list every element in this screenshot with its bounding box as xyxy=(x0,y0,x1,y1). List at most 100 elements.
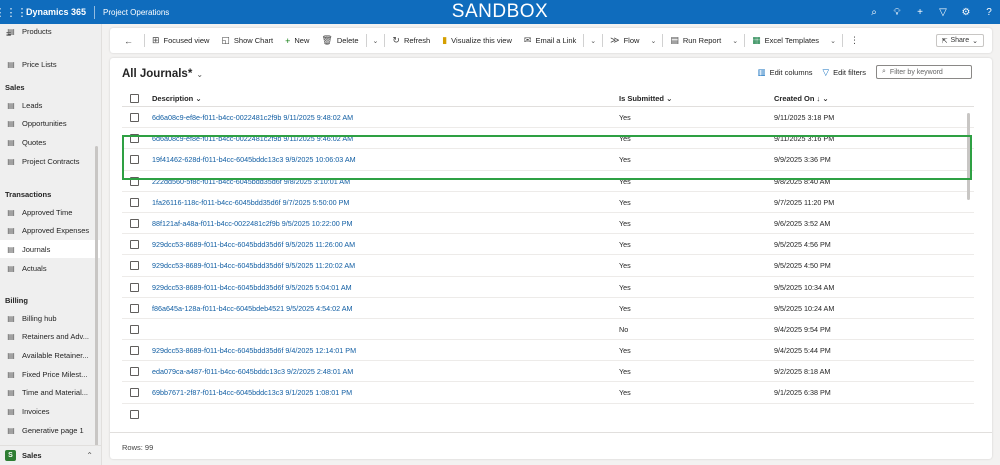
share-button[interactable]: ⇱ Share ⌄ xyxy=(935,34,984,47)
delete-more-chevron-icon[interactable]: ⌄ xyxy=(368,37,384,45)
more-commands-button[interactable]: ⋮ xyxy=(844,28,869,53)
row-checkbox[interactable] xyxy=(130,346,139,356)
table-row[interactable]: f86a645a-128a-f011-b4cc-6045bdeb4521 9/5… xyxy=(122,298,974,319)
edit-columns-button[interactable]: ▥ Edit columns xyxy=(758,67,813,78)
sidebar-item-actuals[interactable]: ▤ Actuals xyxy=(0,259,100,277)
row-checkbox[interactable] xyxy=(130,282,139,292)
table-row[interactable]: 929dcc53-8689-f011-b4cc-6045bdd35d6f 9/5… xyxy=(122,255,974,277)
description-link[interactable]: 929dcc53-8689-f011-b4cc-6045bdd35d6f 9/4… xyxy=(152,346,356,355)
description-link[interactable]: eda079ca-a487-f011-b4cc-6045bddc13c3 9/2… xyxy=(152,367,353,376)
table-row[interactable]: 69bb7671-2f87-f011-b4cc-6045bddc13c3 9/1… xyxy=(122,382,974,404)
row-checkbox[interactable] xyxy=(130,218,139,228)
area-switcher[interactable]: S Sales ⌃ xyxy=(0,445,101,465)
description-link[interactable]: 222dd560-5f8c-f011-b4cc-6045bdd35d6f 9/8… xyxy=(152,177,350,186)
app-launcher-icon[interactable]: ⋮⋮⋮ xyxy=(0,0,28,24)
email-link-button[interactable]: ✉ Email a Link xyxy=(518,28,582,53)
plus-icon[interactable]: + xyxy=(915,7,925,18)
run-report-button[interactable]: ▤ Run Report xyxy=(664,28,727,53)
delete-button[interactable]: 🗑︎ Delete xyxy=(315,28,364,53)
flow-button[interactable]: ≫ Flow xyxy=(604,28,645,53)
column-header-created-on[interactable]: Created On ↓ ⌄ xyxy=(774,94,829,103)
column-header-description[interactable]: Description ⌄ xyxy=(152,94,202,103)
app-name[interactable]: Dynamics 365 xyxy=(22,7,94,17)
sidebar-item-products[interactable]: ▤ Products xyxy=(0,24,100,40)
table-row[interactable]: 19f41462-628d-f011-b4cc-6045bddc13c3 9/9… xyxy=(122,149,974,171)
column-header-submitted[interactable]: Is Submitted ⌄ xyxy=(619,94,672,103)
sidebar-item-approved-expenses[interactable]: ▤ Approved Expenses xyxy=(0,222,100,240)
sidebar-item-project-contracts[interactable]: ▤ Project Contracts xyxy=(0,152,100,170)
row-checkbox[interactable] xyxy=(130,134,139,144)
table-row[interactable]: No 9/4/2025 9:54 PM xyxy=(122,319,974,341)
table-row[interactable]: eda079ca-a487-f011-b4cc-6045bddc13c3 9/2… xyxy=(122,361,974,383)
description-link[interactable]: 19f41462-628d-f011-b4cc-6045bddc13c3 9/9… xyxy=(152,155,356,164)
sidebar-item-billing-hub[interactable]: ▤ Billing hub xyxy=(0,309,100,327)
excel-templates-button[interactable]: ▦ Excel Templates xyxy=(746,28,825,53)
excel-templates-chevron-icon[interactable]: ⌄ xyxy=(825,37,841,45)
row-checkbox[interactable] xyxy=(130,155,139,165)
chevron-down-icon: ⌄ xyxy=(666,94,673,103)
focused-view-button[interactable]: ⊞ Focused view xyxy=(146,28,215,53)
sidebar-item-opportunities[interactable]: ▤ Opportunities xyxy=(0,115,100,133)
row-checkbox[interactable] xyxy=(130,113,139,122)
sidebar-scrollbar[interactable] xyxy=(95,146,98,464)
visualize-button[interactable]: ▮ Visualize this view xyxy=(436,28,518,53)
table-row[interactable]: 929dcc53-8689-f011-b4cc-6045bdd35d6f 9/5… xyxy=(122,277,974,298)
row-checkbox[interactable] xyxy=(130,388,139,398)
table-row[interactable]: 88f121af-a48a-f011-b4cc-0022481c2f9b 9/5… xyxy=(122,213,974,235)
sidebar-item-generative-page-1[interactable]: ▤ Generative page 1 xyxy=(0,421,100,439)
sidebar-item-price-lists[interactable]: ▤ Price Lists xyxy=(0,55,100,73)
run-report-chevron-icon[interactable]: ⌄ xyxy=(727,37,743,45)
grid-scrollbar[interactable] xyxy=(967,113,970,200)
sidebar-item-approved-time[interactable]: ▤ Approved Time xyxy=(0,203,100,221)
sidebar-item-fixed-price-milest[interactable]: ▤ Fixed Price Milest... xyxy=(0,365,100,383)
row-checkbox[interactable] xyxy=(130,261,139,271)
row-checkbox[interactable] xyxy=(130,176,139,186)
row-checkbox[interactable] xyxy=(130,367,139,377)
description-link[interactable]: 6d6a08c9-ef8e-f011-b4cc-0022481c2f9b 9/1… xyxy=(152,134,353,143)
description-link[interactable]: 69bb7671-2f87-f011-b4cc-6045bddc13c3 9/1… xyxy=(152,388,352,397)
search-icon[interactable]: ⌕ xyxy=(869,7,879,18)
sidebar-item-time-and-material[interactable]: ▤ Time and Material... xyxy=(0,384,100,402)
table-row[interactable] xyxy=(122,404,974,425)
edit-filters-button[interactable]: ▽ Edit filters xyxy=(823,67,866,78)
row-checkbox[interactable] xyxy=(130,240,139,250)
description-link[interactable]: 929dcc53-8689-f011-b4cc-6045bdd35d6f 9/5… xyxy=(152,261,355,270)
table-row[interactable]: 1fa26116-118c-f011-b4cc-6045bdd35d6f 9/7… xyxy=(122,192,974,213)
table-row[interactable]: 929dcc53-8689-f011-b4cc-6045bdd35d6f 9/4… xyxy=(122,340,974,362)
row-checkbox[interactable] xyxy=(130,197,139,207)
sidebar-item-quotes[interactable]: ▤ Quotes xyxy=(0,133,100,151)
description-link[interactable]: 929dcc53-8689-f011-b4cc-6045bdd35d6f 9/5… xyxy=(152,240,355,249)
description-link[interactable]: f86a645a-128a-f011-b4cc-6045bdeb4521 9/5… xyxy=(152,304,352,313)
refresh-button[interactable]: ↻ Refresh xyxy=(386,28,436,53)
show-chart-button[interactable]: ◱ Show Chart xyxy=(215,28,279,53)
sidebar-item-retainers-and-adv[interactable]: ▤ Retainers and Adv... xyxy=(0,328,100,346)
description-link[interactable]: 1fa26116-118c-f011-b4cc-6045bdd35d6f 9/7… xyxy=(152,198,349,207)
lightbulb-icon[interactable]: 💡︎ xyxy=(892,7,902,18)
sidebar-item-invoices[interactable]: ▤ Invoices xyxy=(0,403,100,421)
new-button[interactable]: + New xyxy=(279,28,315,53)
description-link[interactable]: 929dcc53-8689-f011-b4cc-6045bdd35d6f 9/5… xyxy=(152,283,352,292)
sidebar-item-leads[interactable]: ▤ Leads xyxy=(0,96,100,114)
keyword-filter-input[interactable]: ⌕ Filter by keyword xyxy=(876,65,972,79)
description-link[interactable]: 88f121af-a48a-f011-b4cc-0022481c2f9b 9/5… xyxy=(152,219,352,228)
gear-icon[interactable]: ⚙ xyxy=(961,7,971,18)
table-row[interactable]: 6d6a08c9-ef8e-f011-b4cc-0022481c2f9b 9/1… xyxy=(122,107,974,129)
row-checkbox[interactable] xyxy=(130,303,139,313)
back-button[interactable]: ← xyxy=(118,28,143,53)
select-all-checkbox[interactable] xyxy=(130,94,139,103)
sidebar-item-journals[interactable]: ▤ Journals xyxy=(0,240,100,259)
module-name[interactable]: Project Operations xyxy=(95,8,169,17)
table-row[interactable]: 929dcc53-8689-f011-b4cc-6045bdd35d6f 9/5… xyxy=(122,234,974,256)
help-icon[interactable]: ? xyxy=(984,7,994,18)
filter-icon[interactable]: ▽ xyxy=(938,7,948,18)
row-checkbox[interactable] xyxy=(130,324,139,334)
view-selector[interactable]: All Journals* ⌄ xyxy=(122,68,203,80)
sidebar-item-available-retainer[interactable]: ▤ Available Retainer... xyxy=(0,346,100,364)
table-row[interactable]: 6d6a08c9-ef8e-f011-b4cc-0022481c2f9b 9/1… xyxy=(122,128,974,150)
flow-chevron-icon[interactable]: ⌄ xyxy=(645,37,661,45)
table-row[interactable]: 222dd560-5f8c-f011-b4cc-6045bdd35d6f 9/8… xyxy=(122,171,974,192)
email-more-chevron-icon[interactable]: ⌄ xyxy=(585,37,601,45)
row-checkbox[interactable] xyxy=(130,409,139,419)
expense-icon: ▤ xyxy=(7,226,15,236)
description-link[interactable]: 6d6a08c9-ef8e-f011-b4cc-0022481c2f9b 9/1… xyxy=(152,113,353,122)
